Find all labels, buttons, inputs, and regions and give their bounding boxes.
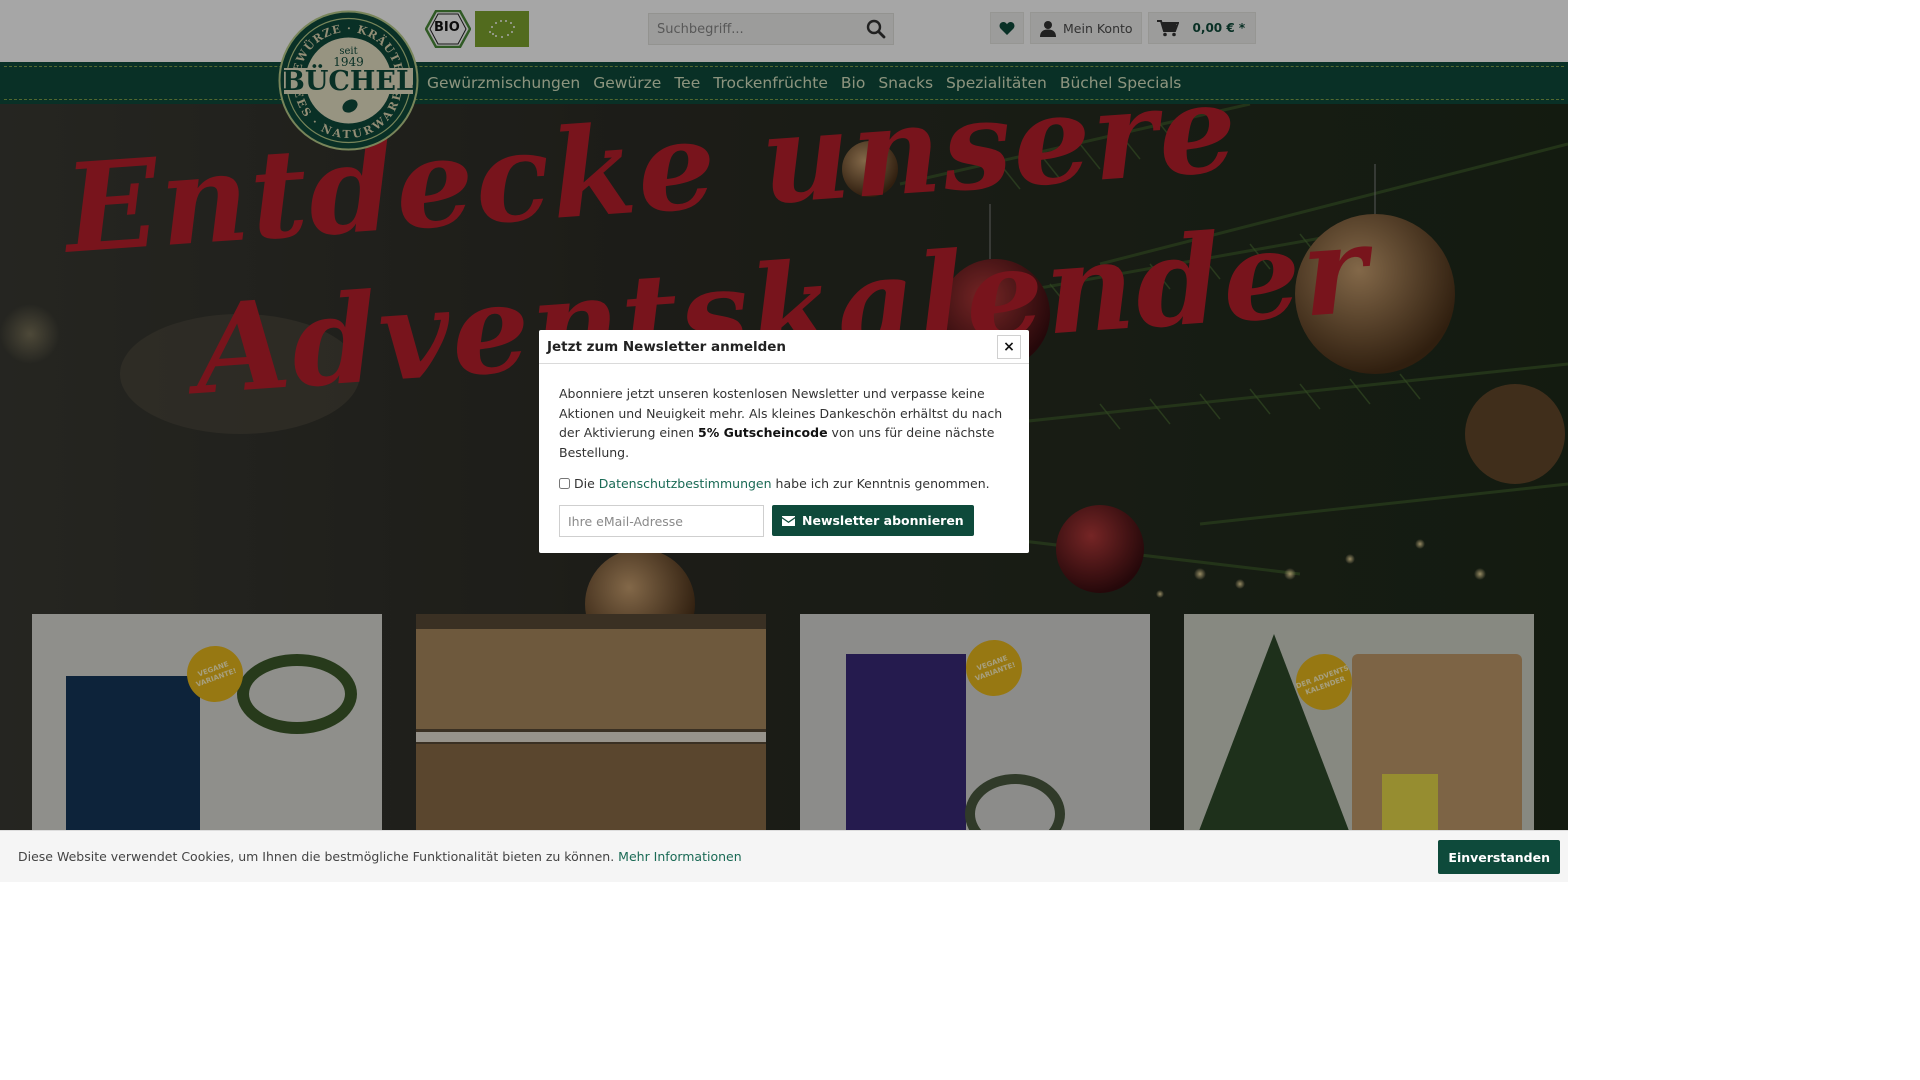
email-field[interactable] (559, 505, 764, 537)
envelope-icon (782, 515, 795, 526)
newsletter-description: Abonniere jetzt unseren kostenlosen News… (559, 384, 1009, 462)
privacy-policy-link[interactable]: Datenschutzbestimmungen (599, 476, 772, 491)
privacy-consent: Die Datenschutzbestimmungen habe ich zur… (559, 476, 1009, 491)
modal-header: Jetzt zum Newsletter anmelden × (539, 330, 1029, 364)
consent-prefix: Die (574, 476, 595, 491)
subscribe-button[interactable]: Newsletter abonnieren (772, 505, 974, 536)
more-info-link[interactable]: Mehr Informationen (618, 849, 741, 864)
voucher-highlight: 5% Gutscheincode (698, 425, 828, 440)
close-icon: × (1003, 339, 1015, 355)
subscribe-form: Newsletter abonnieren (559, 505, 1009, 537)
subscribe-label: Newsletter abonnieren (802, 513, 964, 528)
consent-suffix: habe ich zur Kenntnis genommen. (775, 476, 990, 491)
cookie-text: Diese Website verwendet Cookies, um Ihne… (18, 849, 615, 864)
modal-title: Jetzt zum Newsletter anmelden (547, 338, 787, 355)
cookie-banner: Diese Website verwendet Cookies, um Ihne… (0, 830, 1568, 882)
accept-cookies-button[interactable]: Einverstanden (1438, 840, 1560, 874)
cookie-message: Diese Website verwendet Cookies, um Ihne… (18, 849, 742, 864)
close-button[interactable]: × (997, 335, 1021, 359)
newsletter-modal: Jetzt zum Newsletter anmelden × Abonnier… (539, 330, 1029, 553)
privacy-checkbox[interactable] (559, 478, 570, 489)
